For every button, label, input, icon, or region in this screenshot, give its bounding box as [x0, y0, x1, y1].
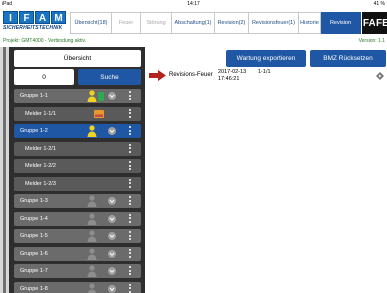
ios-status-bar: iPad 14:17 41 %	[0, 0, 387, 9]
row-label: Gruppe 1-7	[20, 268, 48, 274]
battery-level: 41 %	[373, 1, 385, 7]
row-label: Gruppe 1-6	[20, 250, 48, 257]
row-menu-icon[interactable]	[129, 91, 131, 101]
tab-stoerung[interactable]: Störung	[141, 12, 172, 34]
group-row[interactable]: Gruppe 1-1	[14, 89, 141, 103]
person-icon	[87, 90, 97, 102]
circle-chevron-icon	[108, 249, 116, 258]
circle-chevron-icon	[108, 232, 116, 240]
arrow-right-icon	[149, 70, 166, 81]
tab-revision[interactable]: Revision(2)	[215, 12, 249, 34]
row-label: Gruppe 1-1	[20, 93, 48, 99]
detector-row[interactable]: Melder 1-2/3	[14, 176, 141, 191]
row-menu-icon[interactable]	[129, 213, 131, 224]
tab-uebersicht[interactable]: Übersicht(18)	[70, 12, 112, 34]
group-list: Gruppe 1-1 Melder 1-1/1 Gruppe 1-2 Melder 1…	[14, 89, 141, 293]
row-label: Gruppe 1-4	[20, 215, 48, 222]
group-row[interactable]: Gruppe 1-5	[14, 229, 141, 243]
circle-chevron-icon	[108, 284, 116, 293]
group-row[interactable]: Gruppe 1-8	[14, 281, 141, 293]
circle-chevron-icon	[108, 214, 116, 223]
fe-button[interactable]: FE	[375, 12, 387, 34]
tab-feuer[interactable]: Feuer	[112, 12, 141, 34]
event-time: 17:46:21	[218, 76, 240, 82]
row-menu-icon[interactable]	[129, 196, 131, 206]
detector-row[interactable]: Melder 1-1/1	[14, 106, 141, 121]
logo-letter: F	[19, 11, 34, 24]
scroll-bar[interactable]	[3, 47, 6, 293]
export-maintenance-button[interactable]: Wartung exportieren	[226, 50, 306, 67]
group-row[interactable]: Gruppe 1-6	[14, 246, 141, 261]
row-menu-icon[interactable]	[129, 283, 131, 293]
app-window: iPad 14:17 41 % I F A M SICHERHEITSTECHN…	[0, 0, 387, 293]
row-menu-icon[interactable]	[129, 248, 131, 259]
connection-status: Projekt: GMT4000 - Verbindung aktiv.	[3, 38, 87, 44]
search-button[interactable]: Suche	[78, 69, 141, 85]
row-menu-icon[interactable]	[129, 126, 131, 136]
person-icon	[87, 230, 97, 242]
row-label: Melder 1-2/1	[25, 145, 56, 152]
tab-abschaltung[interactable]: Abschaltung(1)	[172, 12, 215, 34]
row-label: Gruppe 1-3	[20, 198, 48, 204]
row-label: Melder 1-2/3	[25, 180, 56, 187]
circle-chevron-icon	[108, 92, 116, 100]
person-icon	[87, 265, 97, 277]
row-menu-icon[interactable]	[129, 143, 131, 154]
circle-chevron-icon	[108, 127, 116, 135]
diamond-arrow-icon[interactable]	[376, 72, 384, 80]
circle-chevron-icon	[108, 267, 116, 275]
person-icon	[87, 282, 97, 293]
group-row[interactable]: Gruppe 1-3	[14, 194, 141, 208]
row-menu-icon[interactable]	[129, 108, 131, 119]
logo-letters: I F A M	[3, 11, 66, 24]
logo-letter: A	[35, 11, 50, 24]
bmz-reset-button[interactable]: BMZ Rücksetzen	[310, 50, 386, 67]
row-menu-icon[interactable]	[129, 178, 131, 189]
event-timestamp: 2017-02-13 17:46:21	[218, 69, 246, 83]
version-label: Version: 1.1	[358, 38, 385, 44]
tab-historie[interactable]: Historie	[299, 12, 321, 34]
card-icon	[94, 109, 104, 118]
detector-row[interactable]: Melder 1-2/1	[14, 141, 141, 156]
row-menu-icon[interactable]	[129, 161, 131, 171]
row-label: Melder 1-2/2	[25, 163, 56, 169]
row-label: Gruppe 1-5	[20, 233, 48, 239]
logo-letter: M	[51, 11, 66, 24]
top-tab-bar: Übersicht(18) Feuer Störung Abschaltung(…	[70, 12, 361, 34]
row-label: Gruppe 1-8	[20, 285, 48, 292]
row-label: Gruppe 1-2	[20, 128, 48, 134]
ifam-logo: I F A M SICHERHEITSTECHNIK	[3, 11, 69, 36]
person-icon	[87, 247, 97, 260]
event-code: 1-1/1	[258, 69, 271, 75]
person-icon	[87, 195, 97, 207]
group-row[interactable]: Gruppe 1-2	[14, 124, 141, 138]
person-icon	[87, 212, 97, 225]
person-icon	[87, 125, 97, 137]
panel-scroll-track[interactable]	[0, 47, 9, 293]
search-input[interactable]: 0	[14, 69, 74, 85]
row-label: Melder 1-1/1	[25, 110, 56, 117]
row-menu-icon[interactable]	[129, 231, 131, 241]
overview-header: Übersicht	[14, 50, 141, 67]
group-row[interactable]: Gruppe 1-7	[14, 264, 141, 278]
tab-revisionsfeuer[interactable]: Revisionsfeuer(1)	[249, 12, 299, 34]
project-status-bar: Projekt: GMT4000 - Verbindung aktiv. Ver…	[0, 37, 387, 46]
row-menu-icon[interactable]	[129, 266, 131, 276]
logo-letter: I	[3, 11, 18, 24]
circle-chevron-icon	[108, 197, 116, 205]
detector-row[interactable]: Melder 1-2/2	[14, 159, 141, 173]
event-type: Revisions-Feuer	[169, 72, 213, 78]
event-date: 2017-02-13	[218, 69, 247, 75]
clock: 14:17	[187, 1, 200, 7]
logo-tagline: SICHERHEITSTECHNIK	[3, 25, 63, 31]
battery-icon	[98, 92, 104, 101]
tab-revision-active[interactable]: Revision	[321, 12, 361, 34]
group-row[interactable]: Gruppe 1-4	[14, 211, 141, 226]
